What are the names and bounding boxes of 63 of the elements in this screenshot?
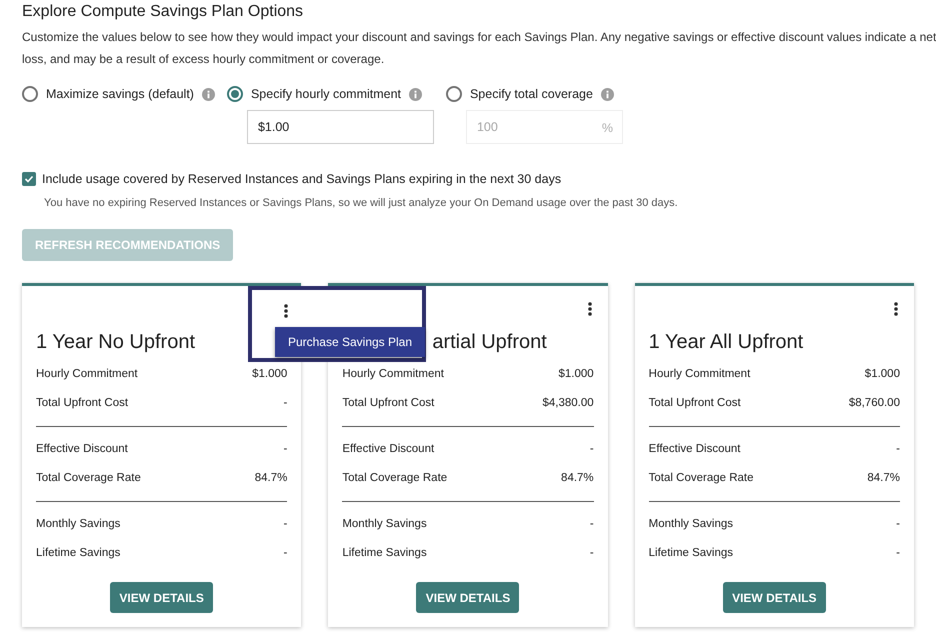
metric-label: Total Upfront Cost: [648, 396, 741, 412]
purchase-savings-plan-menu[interactable]: Purchase Savings Plan: [275, 327, 425, 358]
view-details-button[interactable]: VIEW DETAILS: [416, 582, 520, 614]
metric-label: Total Coverage Rate: [648, 471, 754, 486]
metric-value: -: [590, 546, 594, 562]
radio-option[interactable]: Specify hourly commitment: [226, 84, 434, 104]
metric-value: $1.000: [252, 367, 288, 382]
metric-label: Lifetime Savings: [36, 546, 120, 562]
check-icon: [24, 174, 34, 184]
metric-value: $8,760.00: [848, 396, 900, 412]
more-options-icon[interactable]: [894, 302, 898, 316]
metric-label: Total Upfront Cost: [342, 396, 434, 412]
metric-value: -: [283, 442, 288, 458]
percent-sign: %: [602, 120, 613, 137]
metric-label: Total Coverage Rate: [342, 471, 448, 486]
radio-button[interactable]: [446, 86, 462, 102]
metric-value: -: [590, 517, 594, 532]
view-details-button[interactable]: VIEW DETAILS: [722, 582, 826, 614]
metric-label: Effective Discount: [648, 442, 740, 458]
info-icon[interactable]: [409, 88, 422, 100]
metric-label: Monthly Savings: [36, 517, 120, 532]
metric-label: Hourly Commitment: [36, 367, 138, 382]
more-options-icon[interactable]: [588, 302, 592, 316]
metric-value: -: [896, 442, 900, 458]
metric-label: Hourly Commitment: [342, 367, 444, 382]
metric-value: -: [283, 546, 288, 562]
metric-label: Lifetime Savings: [648, 546, 734, 562]
metric-label: Monthly Savings: [342, 517, 427, 532]
info-note: You have no expiring Reserved Instances or Savings Plans, so we will just analyze your On Demand usage over the past 30 days.: [44, 196, 679, 211]
metric-label: Total Upfront Cost: [36, 396, 128, 412]
metric-value: $1.000: [558, 367, 594, 382]
metric-value: 84.7%: [867, 471, 900, 486]
view-details-button[interactable]: VIEW DETAILS: [110, 582, 214, 614]
metric-value: 84.7%: [254, 471, 288, 486]
more-options-icon[interactable]: [284, 304, 288, 318]
metric-value: -: [590, 442, 594, 458]
description: Customize the values below to see how they would impact your discount and savings for each Savings Plan. Any negative savings or effective discount values indicate a net loss, and may be a result of excess hourly commitment or coverage.: [22, 29, 936, 68]
radio-option[interactable]: Specify total coverage: [446, 84, 623, 104]
radio-button[interactable]: [22, 86, 38, 102]
metric-label: Hourly Commitment: [648, 367, 750, 382]
card-title: 1 Year All Upfront: [648, 330, 804, 354]
metric-value: 84.7%: [561, 471, 594, 486]
metric-value: $4,380.00: [542, 396, 594, 412]
card-title: 1 Year No Upfront: [36, 330, 195, 354]
metric-label: Effective Discount: [36, 442, 128, 458]
metric-label: Total Coverage Rate: [36, 471, 141, 486]
info-icon[interactable]: [202, 88, 215, 100]
metric-value: -: [283, 517, 288, 532]
metric-label: Effective Discount: [342, 442, 434, 458]
radio-button[interactable]: [226, 86, 243, 102]
card-title: artial Upfront: [432, 330, 547, 354]
checkbox[interactable]: [22, 172, 36, 186]
metric-value: -: [896, 546, 900, 562]
metric-label: Monthly Savings: [648, 517, 734, 532]
radio-option[interactable]: Maximize savings (default): [22, 84, 215, 104]
info-icon[interactable]: [600, 88, 614, 100]
metric-value: -: [896, 517, 900, 532]
metric-label: Lifetime Savings: [342, 546, 427, 562]
metric-value: -: [283, 396, 288, 412]
input-field[interactable]: $1.00: [246, 110, 434, 144]
page-heading: Explore Compute Savings Plan Options: [22, 2, 304, 22]
metric-value: $1.000: [864, 367, 900, 382]
checkbox-option[interactable]: Include usage covered by Reserved Instances and Savings Plans expiring in the next 30 days: [22, 170, 914, 189]
